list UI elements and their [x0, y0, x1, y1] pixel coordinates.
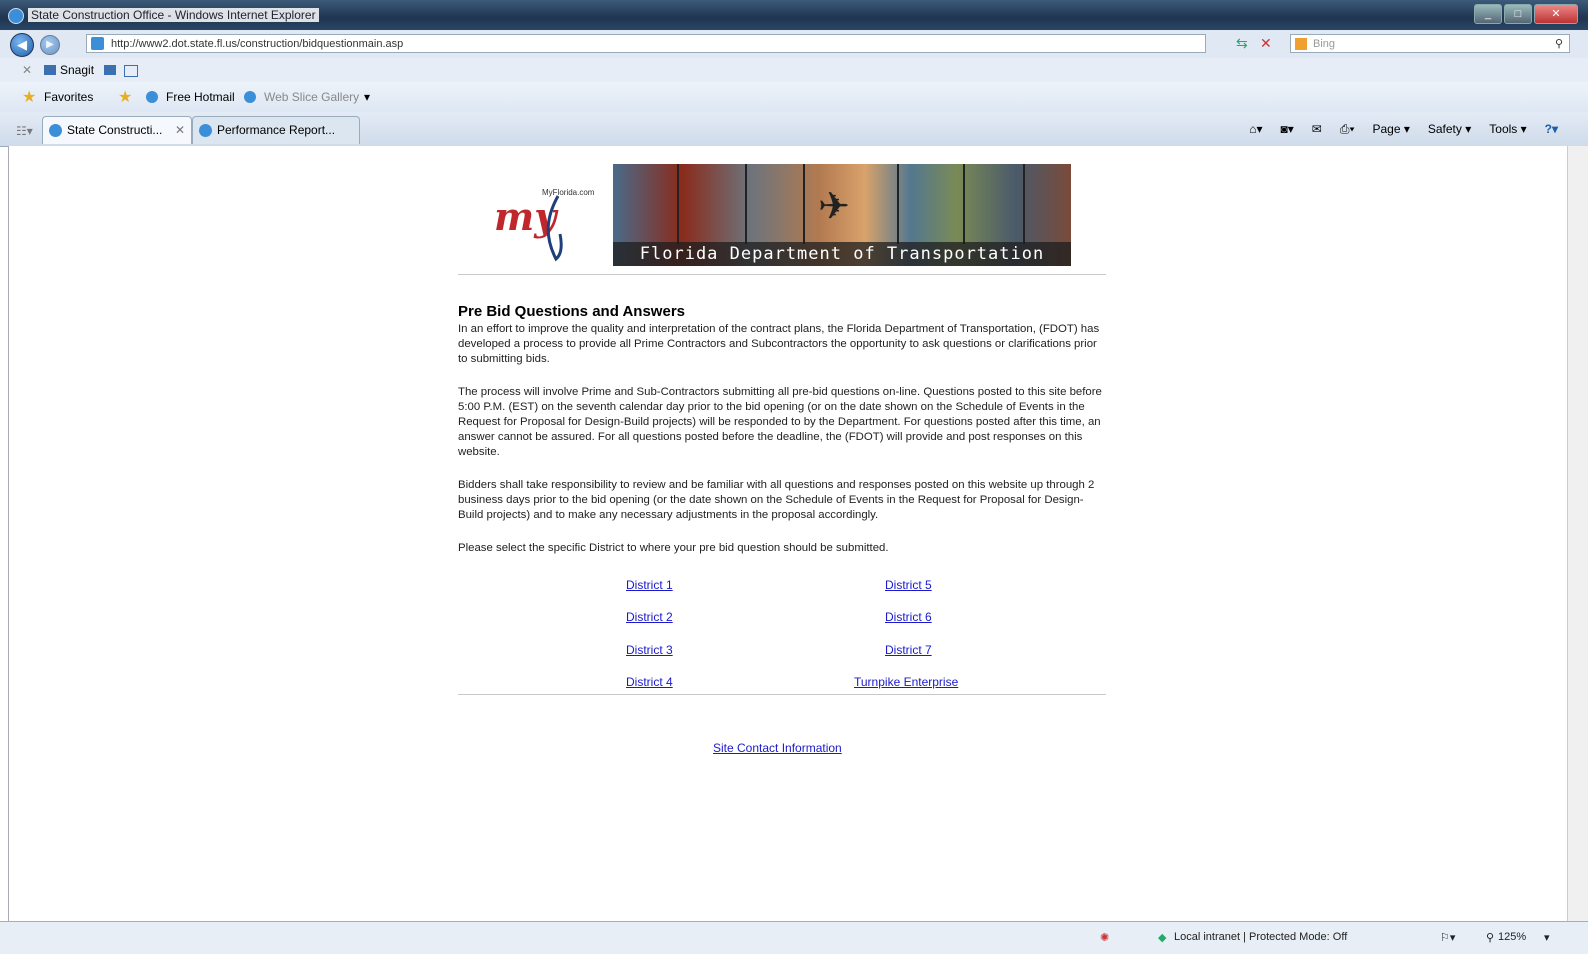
- refresh-icon[interactable]: ⇆: [1236, 35, 1248, 52]
- feeds-icon[interactable]: ◙▾: [1281, 122, 1294, 137]
- toolbar-close-icon[interactable]: ✕: [22, 63, 32, 77]
- district-2-link[interactable]: District 2: [626, 610, 673, 624]
- tab-close-icon[interactable]: ✕: [175, 123, 185, 137]
- logo-swoosh-icon: [546, 195, 563, 262]
- favorites-star-icon: ★: [22, 89, 37, 106]
- safety-menu[interactable]: Safety ▾: [1428, 122, 1471, 137]
- airplane-icon: ✈: [818, 186, 850, 228]
- page-title: Pre Bid Questions and Answers: [458, 303, 685, 320]
- responsibility-paragraph: Bidders shall take responsibility to rev…: [458, 479, 1095, 521]
- tools-menu-label: Tools: [1489, 122, 1518, 136]
- page-content: my MyFlorida.com ✈ Florida Department of…: [458, 162, 1106, 695]
- forward-button[interactable]: ▶: [40, 35, 60, 55]
- minimize-button[interactable]: _: [1474, 4, 1502, 24]
- zone-icon: ◆: [1158, 932, 1167, 944]
- photo-divider: [897, 164, 899, 244]
- fdot-banner: my MyFlorida.com ✈ Florida Department of…: [458, 162, 1106, 266]
- process-paragraph: The process will involve Prime and Sub-C…: [458, 386, 1102, 458]
- photo-divider: [963, 164, 965, 244]
- add-favorite-icon[interactable]: ★: [118, 87, 132, 107]
- zone-status: Local intranet | Protected Mode: Off: [1174, 931, 1348, 943]
- zoom-icon: ⚲: [1486, 932, 1495, 944]
- snagit-icon: [44, 65, 56, 75]
- tab-bar: ☷▾ State Constructi... ✕ Performance Rep…: [0, 112, 1588, 147]
- help-icon[interactable]: ?▾: [1545, 122, 1558, 137]
- district-6-link[interactable]: District 6: [885, 610, 932, 624]
- footer-divider: [458, 694, 1106, 695]
- quick-tabs-icon[interactable]: ☷▾: [16, 124, 33, 138]
- address-row: ◀ ▶ http://www2.dot.state.fl.us/construc…: [0, 30, 1588, 58]
- favorite-item-webslice[interactable]: Web Slice Gallery: [264, 90, 359, 104]
- home-icon[interactable]: ⌂▾: [1249, 122, 1262, 137]
- capture-icon[interactable]: [104, 65, 116, 75]
- myflorida-logo: my MyFlorida.com: [488, 172, 608, 262]
- webslice-icon: [244, 91, 256, 103]
- favorites-button[interactable]: Favorites: [44, 90, 93, 104]
- hotmail-icon: [146, 91, 158, 103]
- select-district-paragraph: Please select the specific District to w…: [458, 542, 889, 554]
- site-contact-link[interactable]: Site Contact Information: [713, 741, 842, 755]
- tools-menu[interactable]: Tools ▾: [1489, 122, 1526, 137]
- ie-icon: [8, 8, 24, 24]
- protected-mode-icon[interactable]: ⚐▾: [1440, 931, 1455, 944]
- security-icon: ✺: [1100, 932, 1110, 944]
- district-5-link[interactable]: District 5: [885, 578, 932, 592]
- tab-label: State Constructi...: [67, 123, 163, 137]
- vertical-scrollbar[interactable]: [1567, 146, 1588, 921]
- window-title-bar: State Construction Office - Windows Inte…: [0, 0, 1588, 30]
- mail-icon[interactable]: ✉: [1312, 122, 1322, 137]
- bing-icon: [1295, 38, 1307, 50]
- tab-label: Performance Report...: [217, 123, 336, 137]
- snagit-toolbar: ✕ Snagit: [0, 58, 1588, 82]
- page-menu-label: Page: [1372, 122, 1401, 136]
- window-controls: _ □ ✕: [1474, 4, 1578, 24]
- print-icon[interactable]: ⎙▾: [1340, 122, 1355, 137]
- window-title: State Construction Office - Windows Inte…: [28, 8, 319, 22]
- tab-page-icon: [199, 124, 212, 137]
- page-menu[interactable]: Page ▾: [1372, 122, 1409, 137]
- zoom-dropdown-icon[interactable]: ▾: [1544, 931, 1550, 944]
- favorite-item-hotmail[interactable]: Free Hotmail: [166, 90, 235, 104]
- search-input[interactable]: Bing ⚲: [1290, 34, 1570, 53]
- tab-performance-report[interactable]: Performance Report...: [192, 116, 360, 144]
- turnpike-enterprise-link[interactable]: Turnpike Enterprise: [854, 675, 958, 689]
- transportation-photo-banner: ✈ Florida Department of Transportation: [613, 164, 1071, 266]
- close-button[interactable]: ✕: [1534, 4, 1578, 24]
- safety-menu-label: Safety: [1427, 122, 1462, 136]
- photo-divider: [677, 164, 679, 244]
- district-links: District 1 District 2 District 3 Distric…: [458, 564, 1106, 694]
- window-capture-icon[interactable]: [124, 65, 138, 77]
- status-bar: ✺ ◆ Local intranet | Protected Mode: Off…: [0, 921, 1588, 954]
- search-placeholder: Bing: [1313, 38, 1336, 50]
- intro-paragraph: In an effort to improve the quality and …: [458, 323, 1100, 365]
- maximize-button[interactable]: □: [1504, 4, 1532, 24]
- stop-icon[interactable]: ✕: [1260, 35, 1272, 52]
- tab-state-construction[interactable]: State Constructi... ✕: [42, 116, 192, 144]
- zoom-level[interactable]: 125%: [1498, 931, 1526, 943]
- favorites-bar: ★ Favorites ★ Free Hotmail Web Slice Gal…: [0, 82, 1588, 112]
- address-bar[interactable]: http://www2.dot.state.fl.us/construction…: [86, 34, 1206, 53]
- photo-divider: [803, 164, 805, 244]
- district-4-link[interactable]: District 4: [626, 675, 673, 689]
- district-3-link[interactable]: District 3: [626, 643, 673, 657]
- tab-page-icon: [49, 124, 62, 137]
- back-button[interactable]: ◀: [10, 33, 34, 57]
- command-bar: ⌂▾ ◙▾ ✉ ⎙▾ Page ▾ Safety ▾ Tools ▾ ?▾: [1249, 122, 1558, 137]
- district-7-link[interactable]: District 7: [885, 643, 932, 657]
- district-1-link[interactable]: District 1: [626, 578, 673, 592]
- banner-caption: Florida Department of Transportation: [613, 242, 1071, 266]
- header-divider: [458, 274, 1106, 275]
- address-url: http://www2.dot.state.fl.us/construction…: [111, 38, 404, 50]
- search-icon[interactable]: ⚲: [1555, 35, 1563, 54]
- chevron-down-icon[interactable]: ▾: [364, 90, 370, 104]
- photo-divider: [745, 164, 747, 244]
- snagit-label[interactable]: Snagit: [60, 63, 94, 77]
- page-icon: [91, 37, 104, 50]
- photo-divider: [1023, 164, 1025, 244]
